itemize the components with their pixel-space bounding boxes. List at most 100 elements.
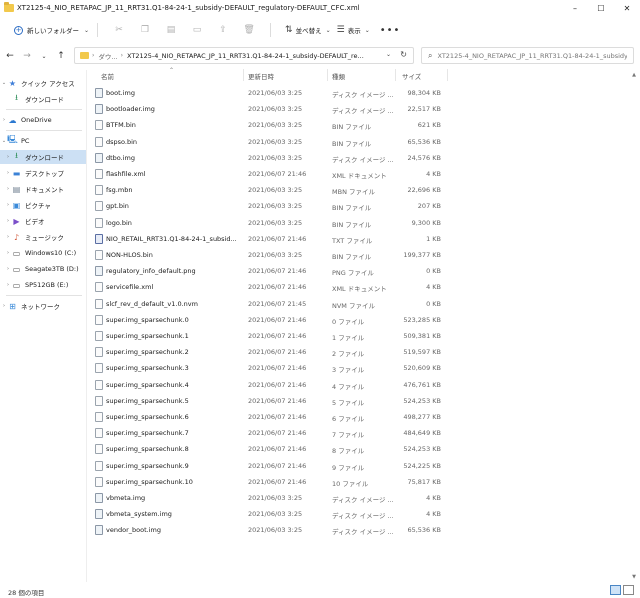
column-divider[interactable] — [447, 69, 448, 81]
table-row[interactable]: regulatory_info_default.png 2021/06/07 21… — [87, 263, 447, 279]
nav-drive-d[interactable]: › ▭ Seagate3TB (D:) — [0, 262, 86, 276]
chevron-down-icon[interactable]: ⌄ — [0, 80, 8, 86]
table-row[interactable]: super.img_sparsechunk.6 2021/06/07 21:46 6… — [87, 409, 447, 425]
nav-documents[interactable]: › ▤ ドキュメント — [0, 182, 86, 196]
search-input[interactable] — [437, 51, 628, 60]
table-row[interactable]: gpt.bin 2021/06/03 3:25 BIN ファイル 207 KB — [87, 198, 447, 214]
table-row[interactable]: fsg.mbn 2021/06/03 3:25 MBN ファイル 22,696 KB — [87, 182, 447, 198]
file-type: 1 ファイル — [332, 334, 365, 342]
chevron-right-icon[interactable]: › — [4, 250, 12, 256]
delete-icon[interactable]: 🗑 — [242, 23, 256, 37]
nav-pictures[interactable]: › ▣ ピクチャ — [0, 198, 86, 212]
chevron-right-icon[interactable]: › — [0, 117, 8, 123]
table-row[interactable]: super.img_sparsechunk.1 2021/06/07 21:46 1… — [87, 328, 447, 344]
file-date: 2021/06/07 21:46 — [248, 267, 307, 276]
search-box[interactable]: ⌕ — [421, 47, 634, 64]
rename-icon[interactable]: ▭ — [190, 23, 204, 37]
share-icon[interactable]: ⇪ — [216, 23, 230, 37]
file-size: 520,609 KB — [403, 364, 441, 373]
chevron-right-icon[interactable]: › — [0, 303, 8, 309]
nav-quick-access[interactable]: ⌄ ★ クイック アクセス — [0, 76, 86, 90]
column-header-date[interactable]: 更新日時 — [248, 71, 274, 81]
column-header-type[interactable]: 種類 — [332, 71, 345, 81]
chevron-right-icon[interactable]: › — [4, 282, 12, 288]
chevron-right-icon[interactable]: › — [4, 234, 12, 240]
new-folder-button[interactable]: + 新しいフォルダー ⌄ — [14, 20, 89, 40]
more-options-button[interactable]: ••• — [380, 25, 401, 36]
chevron-right-icon[interactable]: › — [4, 266, 12, 272]
table-row[interactable]: servicefile.xml 2021/06/07 21:46 XML ドキュメン… — [87, 279, 447, 295]
chevron-right-icon[interactable]: › — [4, 202, 12, 208]
details-view-icon[interactable] — [610, 585, 621, 595]
nav-music[interactable]: › ♪ ミュージック — [0, 230, 86, 244]
paste-icon[interactable]: ▤ — [164, 23, 178, 37]
table-row[interactable]: super.img_sparsechunk.0 2021/06/07 21:46 0… — [87, 312, 447, 328]
recent-locations-icon[interactable]: ⌄ — [37, 49, 51, 63]
nav-quick-downloads[interactable]: ⭳ ダウンロード — [0, 92, 86, 106]
close-button[interactable]: ✕ — [614, 0, 640, 16]
table-row[interactable]: dtbo.img 2021/06/03 3:25 ディスク イメージ ... 24,5… — [87, 150, 447, 166]
scroll-down-icon[interactable]: ▼ — [632, 574, 636, 580]
sort-button[interactable]: ⇅ 並べ替え ⌄ — [285, 20, 331, 40]
nav-desktop[interactable]: › ▬ デスクトップ — [0, 166, 86, 180]
maximize-button[interactable]: ☐ — [588, 0, 614, 16]
table-row[interactable]: bootloader.img 2021/06/03 3:25 ディスク イメージ .… — [87, 101, 447, 117]
table-row[interactable]: boot.img 2021/06/03 3:25 ディスク イメージ ... 98,3… — [87, 85, 447, 101]
nav-pc[interactable]: ⌄ 🖳 PC — [0, 134, 86, 148]
nav-pc-downloads[interactable]: › ⭳ ダウンロード — [0, 150, 86, 164]
table-row[interactable]: vbmeta_system.img 2021/06/03 3:25 ディスク イメー… — [87, 506, 447, 522]
column-divider[interactable] — [327, 69, 328, 81]
table-row[interactable]: slcf_rev_d_default_v1.0.nvm 2021/06/07 21… — [87, 296, 447, 312]
copy-icon[interactable]: ❐ — [138, 23, 152, 37]
column-header-size[interactable]: サイズ — [402, 71, 421, 81]
chevron-right-icon[interactable]: › — [4, 170, 12, 176]
file-date: 2021/06/07 21:46 — [248, 348, 307, 357]
large-icons-view-icon[interactable] — [623, 585, 634, 595]
forward-arrow-icon[interactable]: → — [20, 49, 34, 63]
table-row[interactable]: super.img_sparsechunk.8 2021/06/07 21:46 8… — [87, 441, 447, 457]
table-row[interactable]: NIO_RETAIL_RRT31.Q1-84-24-1_subsid... 202… — [87, 231, 447, 247]
nav-network[interactable]: › ⊞ ネットワーク — [0, 299, 86, 313]
table-row[interactable]: super.img_sparsechunk.5 2021/06/07 21:46 5… — [87, 393, 447, 409]
table-row[interactable]: super.img_sparsechunk.7 2021/06/07 21:46 7… — [87, 425, 447, 441]
minimize-button[interactable]: – — [562, 0, 588, 16]
table-row[interactable]: super.img_sparsechunk.10 2021/06/07 21:46… — [87, 474, 447, 490]
table-row[interactable]: flashfile.xml 2021/06/07 21:46 XML ドキュメント 4… — [87, 166, 447, 182]
breadcrumb-current[interactable]: XT2125-4_NIO_RETAPAC_JP_11_RRT31.Q1-84-2… — [127, 52, 364, 60]
scroll-up-icon[interactable]: ▲ — [632, 72, 636, 78]
table-row[interactable]: super.img_sparsechunk.9 2021/06/07 21:46 9… — [87, 458, 447, 474]
file-type: BIN ファイル — [332, 253, 372, 261]
breadcrumb-item[interactable]: ダウ... — [98, 51, 117, 61]
cut-icon[interactable]: ✂ — [112, 23, 126, 37]
file-size: 207 KB — [417, 202, 441, 211]
view-button[interactable]: ☰ 表示 ⌄ — [337, 20, 370, 40]
column-header-name[interactable]: 名前 — [101, 71, 114, 81]
table-row[interactable]: super.img_sparsechunk.2 2021/06/07 21:46 2… — [87, 344, 447, 360]
table-row[interactable]: logo.bin 2021/06/03 3:25 BIN ファイル 9,300 KB — [87, 215, 447, 231]
table-row[interactable]: vbmeta.img 2021/06/03 3:25 ディスク イメージ ... 4 … — [87, 490, 447, 506]
table-row[interactable]: vendor_boot.img 2021/06/03 3:25 ディスク イメージ … — [87, 522, 447, 538]
refresh-icon[interactable]: ↻ — [400, 50, 407, 59]
nav-divider — [6, 109, 82, 110]
nav-drive-e[interactable]: › ▭ SP512GB (E:) — [0, 278, 86, 292]
back-arrow-icon[interactable]: ← — [3, 49, 17, 63]
address-row: ← → ⌄ ↑ › ダウ... › XT2125-4_NIO_RETAPAC_J… — [0, 46, 640, 66]
nav-videos[interactable]: › ▶ ビデオ — [0, 214, 86, 228]
nav-onedrive[interactable]: › ☁ OneDrive — [0, 113, 86, 127]
nav-drive-c[interactable]: › ▭ Windows10 (C:) — [0, 246, 86, 260]
table-row[interactable]: super.img_sparsechunk.3 2021/06/07 21:46 3… — [87, 360, 447, 376]
chevron-down-icon[interactable]: ⌄ — [386, 51, 391, 58]
table-row[interactable]: dspso.bin 2021/06/03 3:25 BIN ファイル 65,536 K… — [87, 134, 447, 150]
column-divider[interactable] — [243, 69, 244, 81]
chevron-right-icon[interactable]: › — [4, 218, 12, 224]
address-bar[interactable]: › ダウ... › XT2125-4_NIO_RETAPAC_JP_11_RRT… — [74, 47, 414, 64]
table-row[interactable]: super.img_sparsechunk.4 2021/06/07 21:46 4… — [87, 377, 447, 393]
table-row[interactable]: BTFM.bin 2021/06/03 3:25 BIN ファイル 621 KB — [87, 117, 447, 133]
table-row[interactable]: NON-HLOS.bin 2021/06/03 3:25 BIN ファイル 199,3… — [87, 247, 447, 263]
file-size: 509,381 KB — [403, 332, 441, 340]
file-size: 24,576 KB — [407, 153, 441, 162]
chevron-right-icon[interactable]: › — [4, 154, 12, 160]
chevron-right-icon[interactable]: › — [4, 186, 12, 192]
column-divider[interactable] — [395, 69, 396, 81]
up-arrow-icon[interactable]: ↑ — [54, 49, 68, 63]
